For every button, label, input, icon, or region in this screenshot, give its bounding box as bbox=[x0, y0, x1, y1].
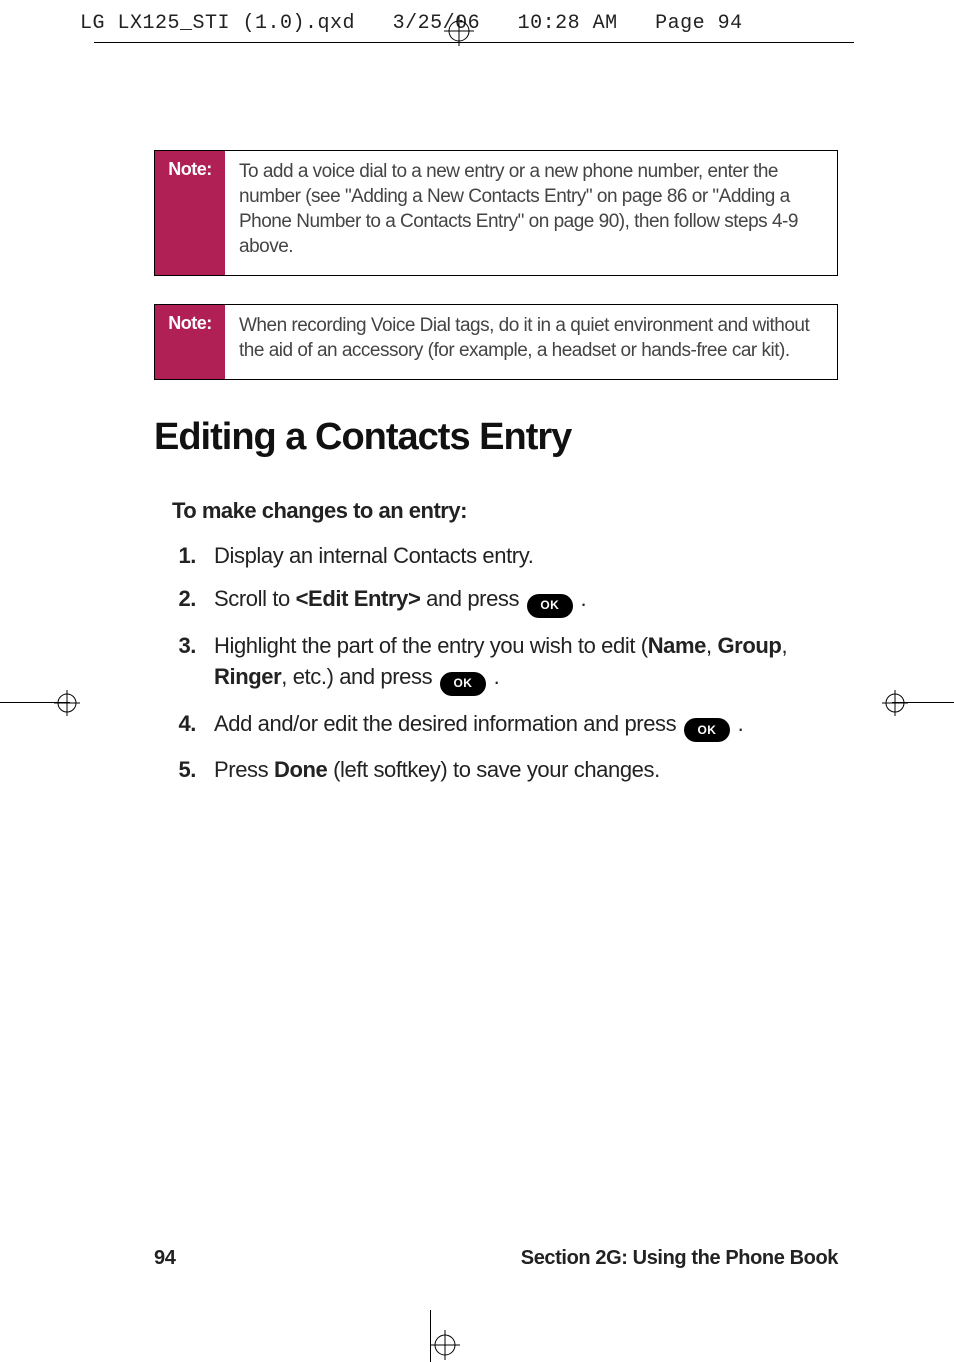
list-item: 1. Display an internal Contacts entry. bbox=[172, 540, 838, 571]
ok-button-icon: OK bbox=[684, 718, 730, 742]
bold-fragment: <Edit Entry> bbox=[296, 586, 421, 611]
step-number: 4. bbox=[172, 708, 214, 743]
list-item: 5. Press Done (left softkey) to save you… bbox=[172, 754, 838, 785]
note-box: Note: When recording Voice Dial tags, do… bbox=[154, 304, 838, 380]
crop-rule-top bbox=[94, 42, 854, 43]
text-fragment: . bbox=[732, 711, 743, 736]
text-fragment: Highlight the part of the entry you wish… bbox=[214, 633, 648, 658]
page-footer: 94 Section 2G: Using the Phone Book bbox=[154, 1247, 838, 1270]
registration-mark-icon bbox=[54, 690, 80, 716]
step-text: Add and/or edit the desired information … bbox=[214, 708, 838, 743]
slug-file: LG LX125_STI (1.0).qxd bbox=[80, 12, 355, 35]
bold-fragment: Name bbox=[648, 633, 706, 658]
text-fragment: Scroll to bbox=[214, 586, 296, 611]
text-fragment: (left softkey) to save your changes. bbox=[327, 757, 659, 782]
step-number: 2. bbox=[172, 583, 214, 618]
list-item: 2. Scroll to <Edit Entry> and press OK . bbox=[172, 583, 838, 618]
ok-button-icon: OK bbox=[527, 594, 573, 618]
slug-page: Page 94 bbox=[655, 12, 743, 35]
step-text: Scroll to <Edit Entry> and press OK . bbox=[214, 583, 838, 618]
text-fragment: , bbox=[706, 633, 717, 658]
note-box: Note: To add a voice dial to a new entry… bbox=[154, 150, 838, 276]
text-fragment: . bbox=[488, 664, 499, 689]
text-fragment: and press bbox=[420, 586, 524, 611]
text-fragment: . bbox=[575, 586, 586, 611]
list-item: 3. Highlight the part of the entry you w… bbox=[172, 630, 838, 696]
step-number: 3. bbox=[172, 630, 214, 696]
text-fragment: , etc.) and press bbox=[281, 664, 438, 689]
text-fragment: , bbox=[781, 633, 787, 658]
instructions-list: 1. Display an internal Contacts entry. 2… bbox=[172, 540, 838, 785]
step-number: 5. bbox=[172, 754, 214, 785]
bold-fragment: Ringer bbox=[214, 664, 281, 689]
text-fragment: Press bbox=[214, 757, 274, 782]
registration-mark-icon bbox=[882, 690, 908, 716]
note-body: When recording Voice Dial tags, do it in… bbox=[225, 305, 837, 379]
list-item: 4. Add and/or edit the desired informati… bbox=[172, 708, 838, 743]
section-heading: Editing a Contacts Entry bbox=[154, 416, 571, 459]
instructions-lead: To make changes to an entry: bbox=[172, 498, 838, 524]
note-label: Note: bbox=[155, 305, 225, 379]
ok-button-icon: OK bbox=[440, 672, 486, 696]
step-text: Highlight the part of the entry you wish… bbox=[214, 630, 838, 696]
note-label: Note: bbox=[155, 151, 225, 275]
page-number: 94 bbox=[154, 1247, 175, 1270]
bold-fragment: Group bbox=[717, 633, 781, 658]
bold-fragment: Done bbox=[274, 757, 327, 782]
note-body: To add a voice dial to a new entry or a … bbox=[225, 151, 837, 275]
step-number: 1. bbox=[172, 540, 214, 571]
registration-mark-icon bbox=[430, 1330, 460, 1360]
section-label: Section 2G: Using the Phone Book bbox=[521, 1247, 838, 1270]
registration-mark-icon bbox=[444, 16, 474, 46]
text-fragment: Add and/or edit the desired information … bbox=[214, 711, 682, 736]
manual-page: LG LX125_STI (1.0).qxd 3/25/06 10:28 AM … bbox=[0, 0, 954, 1362]
slug-line: LG LX125_STI (1.0).qxd 3/25/06 10:28 AM … bbox=[80, 12, 743, 35]
step-text: Press Done (left softkey) to save your c… bbox=[214, 754, 838, 785]
instructions: To make changes to an entry: 1. Display … bbox=[172, 498, 838, 797]
slug-time: 10:28 AM bbox=[518, 12, 618, 35]
step-text: Display an internal Contacts entry. bbox=[214, 540, 838, 571]
